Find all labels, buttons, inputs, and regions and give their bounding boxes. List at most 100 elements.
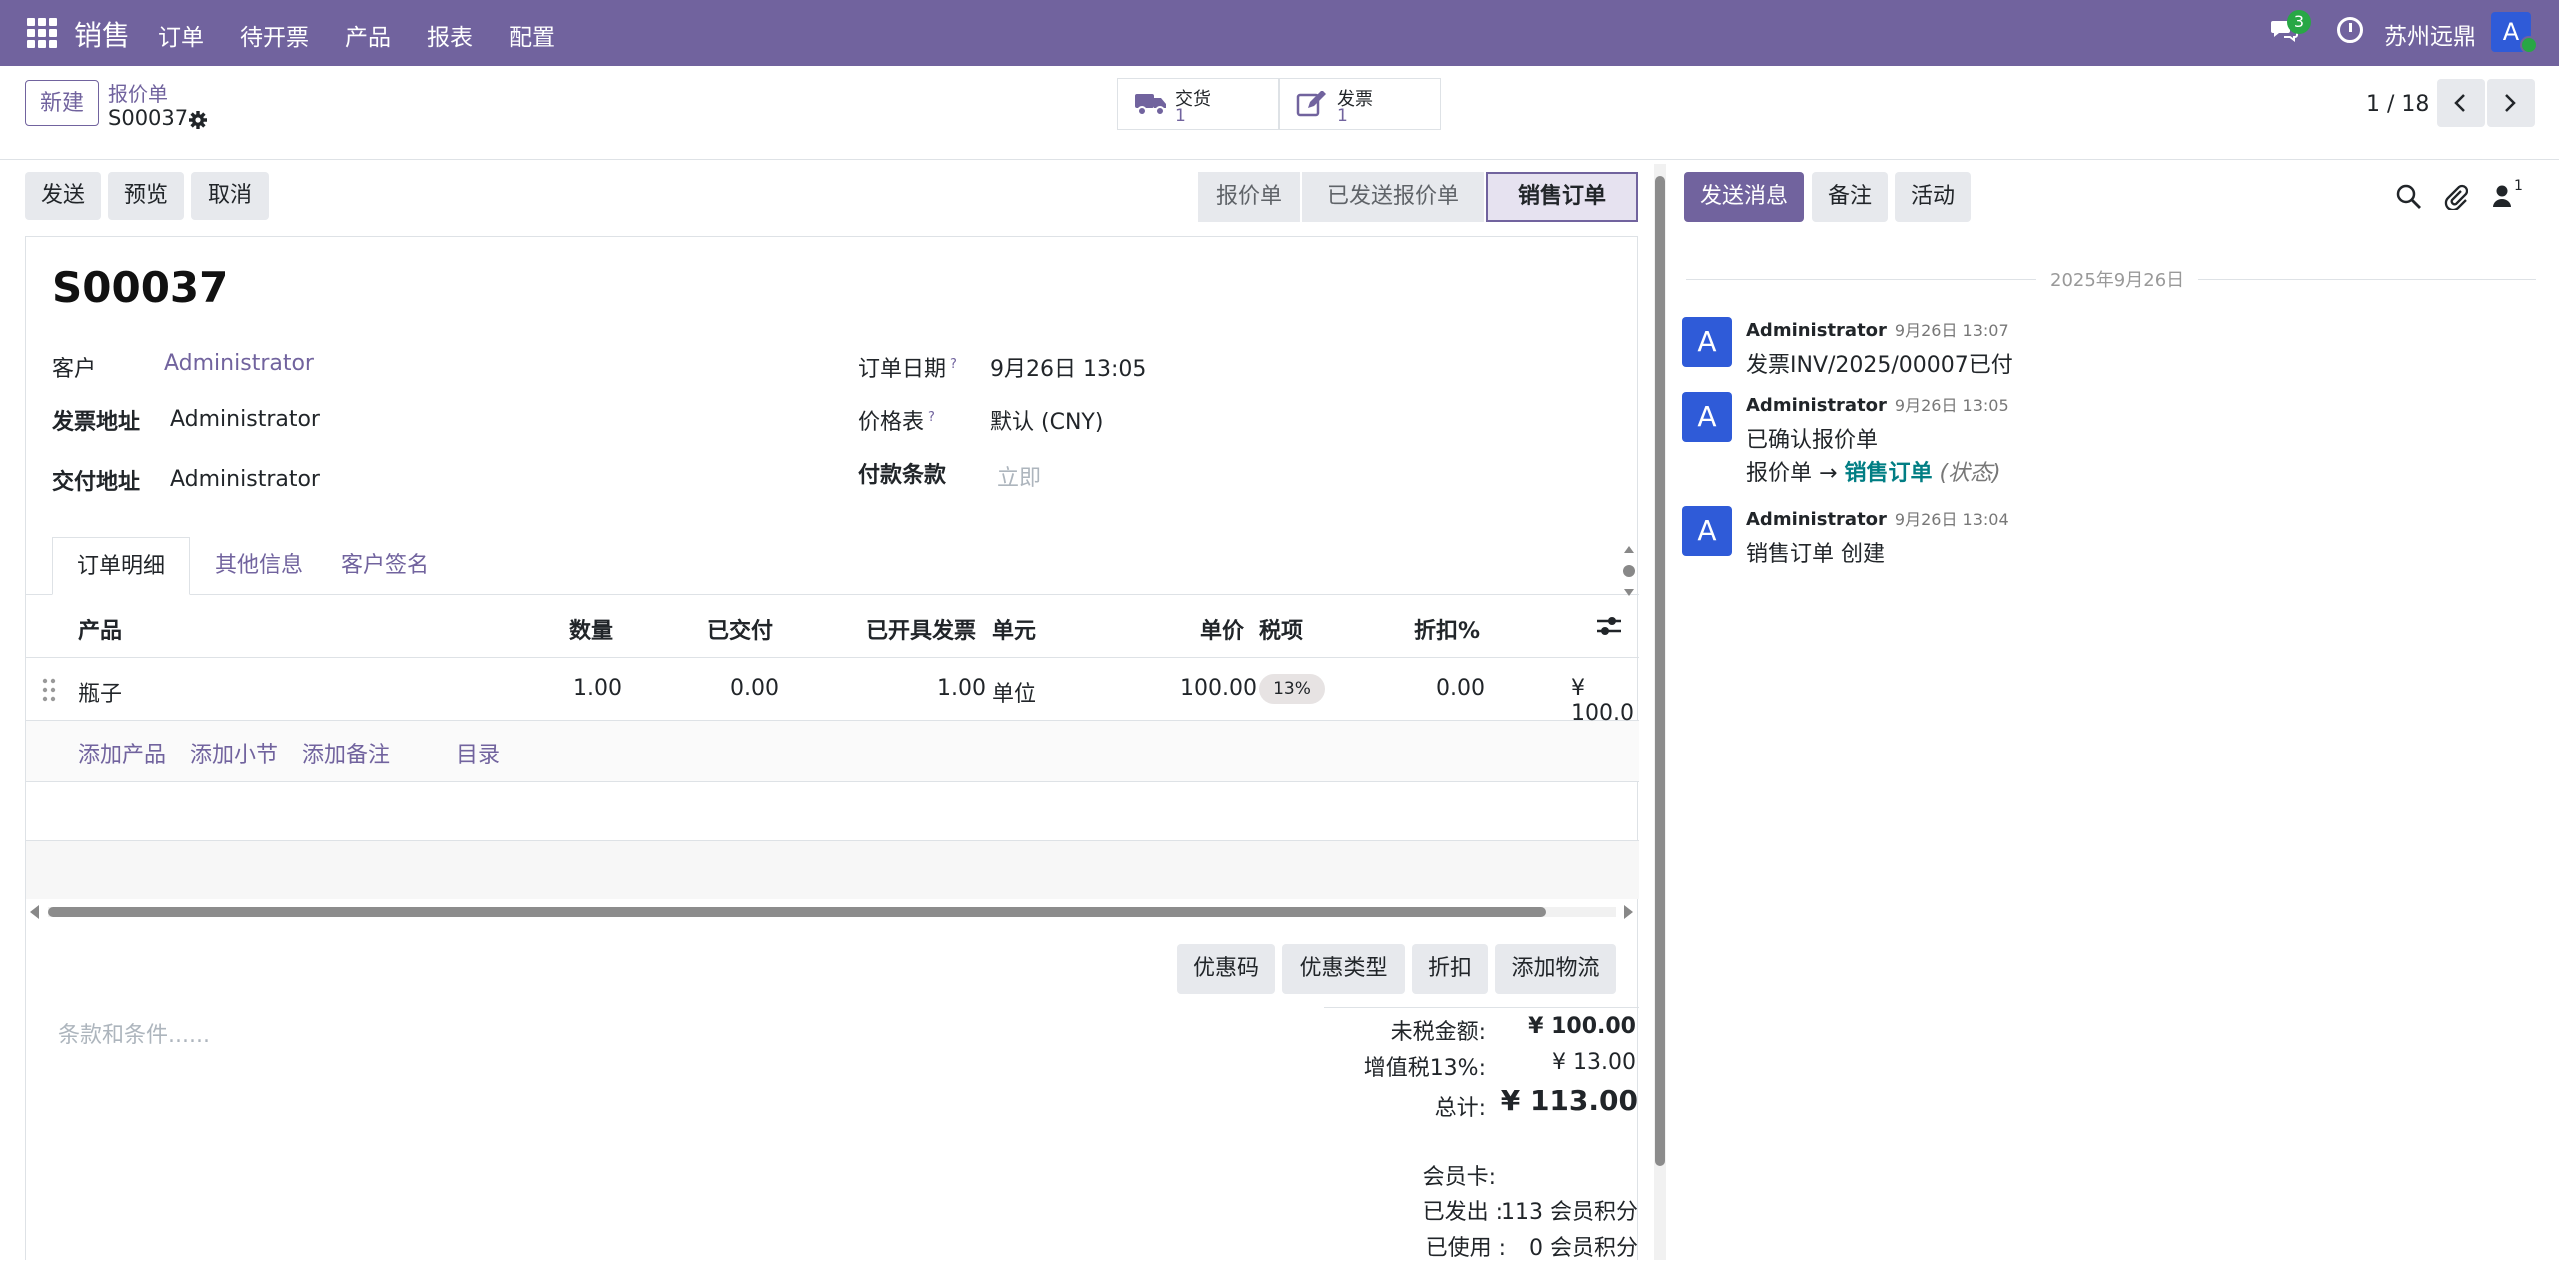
add-note-link[interactable]: 添加备注 bbox=[302, 737, 390, 769]
status-quotation[interactable]: 报价单 bbox=[1198, 172, 1300, 222]
loyalty-card-label: 会员卡: bbox=[1422, 1165, 1496, 1190]
col-invoiced[interactable]: 已开具发票 bbox=[866, 613, 976, 645]
add-section-link[interactable]: 添加小节 bbox=[190, 737, 278, 769]
message-time: 9月26日 13:07 bbox=[1894, 321, 2009, 340]
preview-button[interactable]: 预览 bbox=[108, 172, 184, 220]
customer-field[interactable]: Administrator bbox=[164, 351, 314, 376]
tab-order-lines[interactable]: 订单明细 bbox=[52, 537, 190, 595]
pager-previous-button[interactable] bbox=[2437, 79, 2485, 127]
order-date-field[interactable]: 9月26日 13:05 bbox=[990, 351, 1146, 383]
total-label: 总计: bbox=[1434, 1096, 1486, 1121]
delivery-address-field[interactable]: Administrator bbox=[170, 467, 320, 492]
avatar[interactable]: A bbox=[1682, 506, 1732, 556]
scroll-right-icon[interactable] bbox=[1624, 905, 1633, 919]
avatar[interactable]: A bbox=[1682, 392, 1732, 442]
add-shipping-button[interactable]: 添加物流 bbox=[1495, 944, 1616, 994]
scroll-left-icon[interactable] bbox=[30, 905, 39, 919]
cell-product[interactable]: 瓶子 bbox=[78, 676, 122, 708]
send-message-button[interactable]: 发送消息 bbox=[1684, 172, 1804, 222]
order-lines-header: 产品 数量 已交付 已开具发票 单元 单价 税项 折扣% bbox=[26, 595, 1639, 658]
search-icon[interactable] bbox=[2396, 184, 2422, 210]
col-taxes[interactable]: 税项 bbox=[1259, 613, 1303, 645]
empty-row bbox=[26, 782, 1639, 841]
tab-other-info[interactable]: 其他信息 bbox=[202, 537, 316, 595]
col-delivered[interactable]: 已交付 bbox=[707, 613, 773, 645]
help-tooltip-icon[interactable]: ? bbox=[950, 357, 957, 372]
menu-item-products[interactable]: 产品 bbox=[345, 18, 391, 52]
followers-icon[interactable] bbox=[2492, 184, 2512, 208]
cancel-button[interactable]: 取消 bbox=[191, 172, 269, 220]
menu-item-to-invoice[interactable]: 待开票 bbox=[240, 18, 309, 52]
pricelist-field[interactable]: 默认 (CNY) bbox=[990, 404, 1103, 436]
add-product-link[interactable]: 添加产品 bbox=[78, 737, 166, 769]
message-time: 9月26日 13:04 bbox=[1894, 510, 2009, 529]
form-sheet: S00037 客户 Administrator 发票地址 Administrat… bbox=[25, 236, 1639, 1261]
status-bar: 报价单 已发送报价单 销售订单 bbox=[1198, 172, 1638, 222]
chatter-panel: 发送消息 备注 活动 1 2025年9月26日 A Administrator 9… bbox=[1666, 160, 2559, 1260]
arrow-right-icon: → bbox=[1819, 461, 1838, 486]
chevron-right-icon bbox=[2505, 94, 2516, 112]
scrollbar-thumb[interactable] bbox=[1655, 176, 1665, 1166]
terms-and-conditions-input[interactable]: 条款和条件...... bbox=[58, 1017, 210, 1049]
order-date-label: 订单日期? bbox=[858, 356, 957, 382]
menu-item-reporting[interactable]: 报表 bbox=[427, 18, 473, 52]
col-discount[interactable]: 折扣% bbox=[1414, 613, 1480, 645]
main-menu: 订单 待开票 产品 报表 配置 bbox=[158, 18, 591, 52]
cell-delivered[interactable]: 0.00 bbox=[730, 676, 779, 701]
new-button[interactable]: 新建 bbox=[25, 80, 99, 126]
cell-quantity[interactable]: 1.00 bbox=[573, 676, 622, 701]
form-vertical-scrollbar[interactable] bbox=[1654, 164, 1666, 1260]
cell-subtotal: ¥ 100.0 bbox=[1571, 676, 1634, 726]
drag-handle-icon[interactable] bbox=[42, 678, 56, 702]
help-tooltip-icon[interactable]: ? bbox=[928, 410, 935, 425]
col-product[interactable]: 产品 bbox=[78, 613, 122, 645]
col-quantity[interactable]: 数量 bbox=[569, 613, 613, 645]
delivery-smart-button[interactable]: 交货 1 bbox=[1117, 78, 1279, 130]
chat-badge: 3 bbox=[2287, 10, 2311, 34]
invoice-smart-button[interactable]: 发票 1 bbox=[1279, 78, 1441, 130]
tracking-value: 报价单 → 销售订单 (状态) bbox=[1746, 461, 2001, 486]
pager-value[interactable]: 1 / 18 bbox=[2366, 92, 2429, 117]
message-body: 已确认报价单 bbox=[1746, 428, 1879, 453]
send-button[interactable]: 发送 bbox=[25, 172, 101, 220]
breadcrumb-parent[interactable]: 报价单 bbox=[108, 78, 168, 107]
gear-icon[interactable] bbox=[188, 110, 208, 130]
status-quotation-sent[interactable]: 已发送报价单 bbox=[1302, 172, 1484, 222]
horizontal-scrollbar[interactable] bbox=[48, 907, 1616, 917]
catalog-link[interactable]: 目录 bbox=[456, 737, 500, 769]
status-sales-order[interactable]: 销售订单 bbox=[1486, 172, 1638, 222]
cell-unit-price[interactable]: 100.00 bbox=[1180, 676, 1257, 701]
message-time: 9月26日 13:05 bbox=[1894, 396, 2009, 415]
coupon-code-button[interactable]: 优惠码 bbox=[1177, 944, 1275, 994]
app-name[interactable]: 销售 bbox=[74, 14, 130, 54]
cell-unit[interactable]: 单位 bbox=[992, 676, 1036, 708]
pager-next-button[interactable] bbox=[2487, 79, 2535, 127]
top-navbar: 销售 订单 待开票 产品 报表 配置 3 苏州远鼎 A bbox=[0, 0, 2559, 66]
discount-button[interactable]: 折扣 bbox=[1412, 944, 1488, 994]
activity-button[interactable]: 活动 bbox=[1895, 172, 1971, 222]
menu-item-orders[interactable]: 订单 bbox=[158, 18, 204, 52]
app-menu-icon[interactable] bbox=[27, 18, 57, 48]
vat-value: ¥ 13.00 bbox=[1552, 1050, 1636, 1075]
edit-icon bbox=[1296, 91, 1326, 117]
clock-icon[interactable] bbox=[2337, 17, 2363, 43]
cell-discount[interactable]: 0.00 bbox=[1436, 676, 1485, 701]
payment-terms-input[interactable]: 立即 bbox=[997, 460, 1041, 492]
tabs-scroll-icon[interactable] bbox=[1622, 543, 1636, 599]
table-row[interactable]: 瓶子 1.00 0.00 1.00 单位 100.00 13% 0.00 ¥ 1… bbox=[26, 658, 1639, 726]
invoice-address-field[interactable]: Administrator bbox=[170, 407, 320, 432]
company-switcher[interactable]: 苏州远鼎 bbox=[2384, 17, 2476, 51]
log-note-button[interactable]: 备注 bbox=[1812, 172, 1888, 222]
paperclip-icon[interactable] bbox=[2444, 182, 2468, 210]
column-settings-icon[interactable] bbox=[1596, 615, 1622, 637]
scrollbar-thumb[interactable] bbox=[48, 907, 1546, 917]
col-unit[interactable]: 单元 bbox=[992, 613, 1036, 645]
col-unit-price[interactable]: 单价 bbox=[1200, 613, 1244, 645]
promotion-type-button[interactable]: 优惠类型 bbox=[1282, 944, 1405, 994]
avatar[interactable]: A bbox=[1682, 317, 1732, 367]
menu-item-configuration[interactable]: 配置 bbox=[509, 18, 555, 52]
points-issued-label: 已发出 : bbox=[1422, 1200, 1503, 1225]
tax-badge[interactable]: 13% bbox=[1259, 674, 1325, 704]
points-issued-value: 113 会员积分 bbox=[1501, 1200, 1638, 1225]
tab-customer-signature[interactable]: 客户签名 bbox=[328, 537, 442, 595]
